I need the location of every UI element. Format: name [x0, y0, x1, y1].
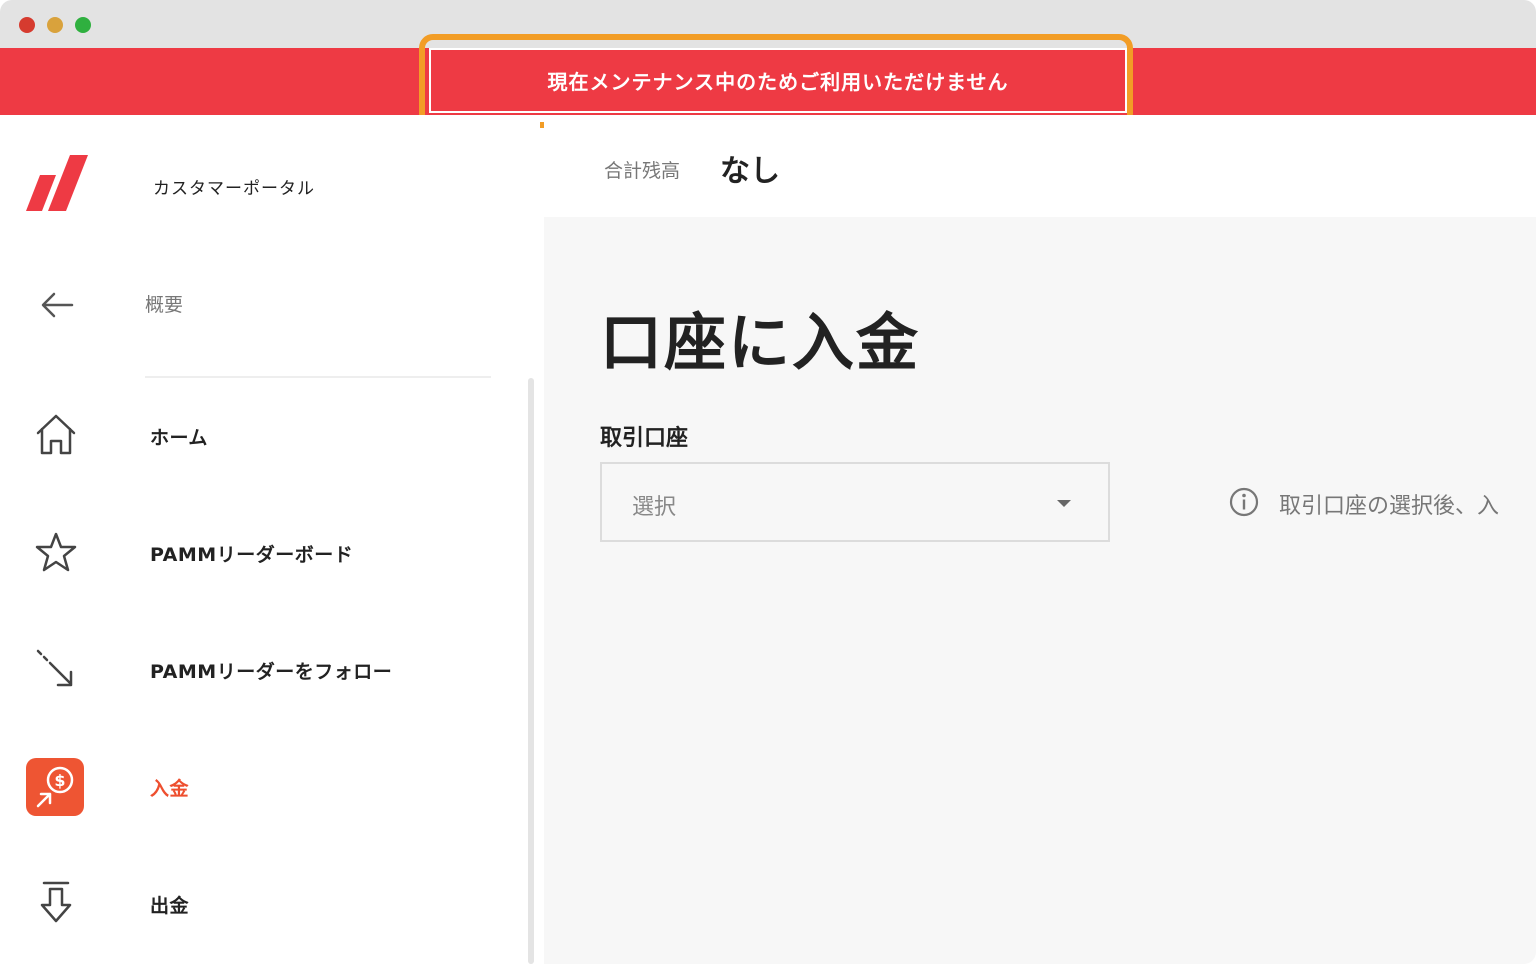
- follow-arrow-icon: [36, 649, 73, 687]
- account-header: [544, 115, 1536, 217]
- total-balance-label: 合計残高: [604, 160, 681, 182]
- maintenance-message-box: 現在メンテナンス中のためご利用いただけません: [429, 48, 1127, 113]
- sidebar-item-deposit[interactable]: $ 入金: [0, 746, 520, 826]
- sidebar-item-pamm-leaderboard[interactable]: PAMMリーダーボード: [0, 512, 520, 592]
- close-window-button[interactable]: [19, 17, 35, 33]
- maximize-window-button[interactable]: [75, 17, 91, 33]
- chevron-down-icon: [1057, 500, 1071, 507]
- sidebar-item-home[interactable]: ホーム: [0, 395, 520, 475]
- sidebar-item-label: ホーム: [150, 427, 208, 449]
- minimize-window-button[interactable]: [47, 17, 63, 33]
- deposit-icon: $: [36, 766, 74, 808]
- sidebar-item-label: 出金: [150, 895, 190, 917]
- account-info-hint: 取引口座の選択後、入: [1279, 494, 1500, 519]
- select-value: 選択: [632, 495, 677, 520]
- app-window: 現在メンテナンス中のためご利用いただけません カスタマーポータル 概要 ホーム …: [0, 0, 1536, 964]
- page-title: 口座に入金: [600, 306, 921, 379]
- home-icon: [36, 414, 76, 455]
- overview-link[interactable]: 概要: [145, 290, 183, 317]
- sidebar-scrollbar[interactable]: [528, 378, 534, 964]
- sidebar-item-withdraw[interactable]: 出金: [0, 863, 520, 943]
- svg-text:$: $: [54, 771, 65, 790]
- brand-logo-icon[interactable]: [26, 155, 90, 213]
- sidebar-item-follow-pamm[interactable]: PAMMリーダーをフォロー: [0, 629, 520, 709]
- star-icon: [35, 532, 77, 572]
- trading-account-label: 取引口座: [600, 426, 689, 451]
- maintenance-message: 現在メンテナンス中のためご利用いただけません: [547, 70, 1009, 94]
- sidebar-divider: [145, 376, 491, 378]
- trading-account-select[interactable]: 選択: [600, 462, 1110, 542]
- total-balance-value: なし: [720, 154, 780, 189]
- sidebar-item-label: PAMMリーダーボード: [150, 544, 354, 566]
- back-arrow-icon[interactable]: [40, 290, 74, 320]
- withdraw-icon: [40, 881, 72, 923]
- portal-title: カスタマーポータル: [153, 179, 315, 199]
- sidebar-item-label: PAMMリーダーをフォロー: [150, 661, 393, 683]
- sidebar-item-label: 入金: [150, 778, 190, 800]
- info-icon: [1229, 487, 1259, 517]
